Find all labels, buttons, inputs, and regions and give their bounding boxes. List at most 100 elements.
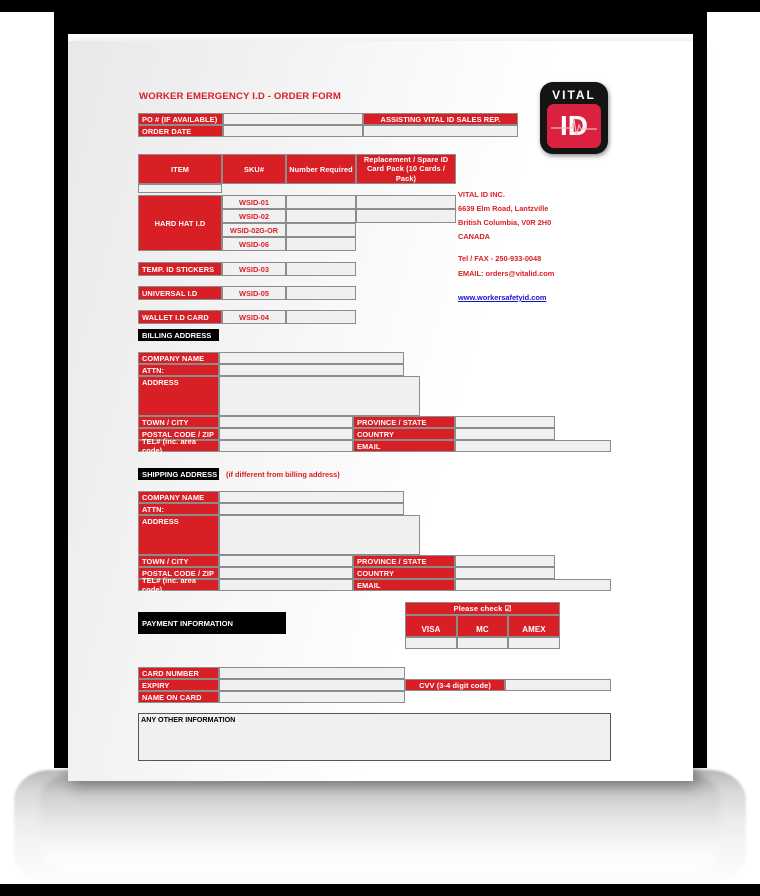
name-on-card-label: NAME ON CARD	[138, 691, 219, 703]
shipping-company-name-label: COMPANY NAME	[138, 491, 219, 503]
frame-border-bottom	[0, 884, 760, 896]
billing-postal-code-input[interactable]	[219, 428, 353, 440]
shipping-tel-input[interactable]	[219, 579, 353, 591]
po-number-input[interactable]	[223, 113, 363, 125]
sales-rep-input[interactable]	[363, 125, 518, 137]
shipping-province-state-input[interactable]	[455, 555, 555, 567]
shipping-town-city-label: TOWN / CITY	[138, 555, 219, 567]
qty-input-wsid-02[interactable]	[286, 209, 356, 223]
billing-email-label: EMAIL	[353, 440, 455, 452]
contact-country: CANADA	[458, 232, 491, 241]
sku-wsid-01: WSID-01	[222, 195, 286, 209]
contact-region: British Columbia, V0R 2H0	[458, 218, 552, 227]
frame-border-top-inset	[54, 0, 707, 34]
heartbeat-icon	[551, 119, 597, 136]
sku-wsid-02g-or: WSID-02G-OR	[222, 223, 286, 237]
other-information-input[interactable]: ANY OTHER INFORMATION	[138, 713, 611, 761]
billing-company-name-label: COMPANY NAME	[138, 352, 219, 364]
shipping-section-note: (if different from billing address)	[226, 470, 340, 479]
qty-input-wsid-02g-or[interactable]	[286, 223, 356, 237]
contact-phone: Tel / FAX - 250-933-0048	[458, 254, 542, 263]
item-group-temp-id-stickers: TEMP. ID STICKERS	[138, 262, 222, 276]
qty-input-wsid-04[interactable]	[286, 310, 356, 324]
qty-input-wsid-01[interactable]	[286, 195, 356, 209]
shipping-attn-label: ATTN:	[138, 503, 219, 515]
contact-street: 6639 Elm Road, Lantzville	[458, 204, 549, 213]
card-type-mc-label: MC	[457, 615, 508, 637]
billing-attn-input[interactable]	[219, 364, 404, 376]
qty-input-wsid-06[interactable]	[286, 237, 356, 251]
frame-border-left	[54, 0, 68, 768]
expiry-label: EXPIRY	[138, 679, 219, 691]
billing-town-city-input[interactable]	[219, 416, 353, 428]
item-group-wallet-id-card: WALLET I.D CARD	[138, 310, 222, 324]
table-surface-core	[40, 772, 720, 872]
name-on-card-input[interactable]	[219, 691, 405, 703]
item-table-spacer-cell	[138, 184, 222, 193]
pack-input-wsid-02[interactable]	[356, 209, 456, 223]
vital-id-logo: VITAL ID	[540, 82, 608, 154]
billing-attn-label: ATTN:	[138, 364, 219, 376]
po-number-label: PO # (IF AVAILABLE)	[138, 113, 223, 125]
billing-country-input[interactable]	[455, 428, 555, 440]
billing-section-title: BILLING ADDRESS	[138, 329, 219, 341]
billing-address-label: ADDRESS	[138, 376, 219, 416]
billing-address-input[interactable]	[219, 376, 420, 416]
order-date-input[interactable]	[223, 125, 363, 137]
card-type-visa-label: VISA	[405, 615, 457, 637]
logo-wordmark-vital: VITAL	[552, 88, 596, 102]
expiry-input[interactable]	[219, 679, 405, 691]
cvv-input[interactable]	[505, 679, 611, 691]
sales-rep-label: ASSISTING VITAL ID SALES REP.	[363, 113, 518, 125]
pack-input-wsid-01[interactable]	[356, 195, 456, 209]
billing-province-state-label: PROVINCE / STATE	[353, 416, 455, 428]
col-header-sku: SKU#	[222, 154, 286, 184]
sku-wsid-04: WSID-04	[222, 310, 286, 324]
shipping-province-state-label: PROVINCE / STATE	[353, 555, 455, 567]
shipping-email-input[interactable]	[455, 579, 611, 591]
qty-input-wsid-03[interactable]	[286, 262, 356, 276]
payment-check-header: Please check ☑	[405, 602, 560, 615]
item-group-hard-hat: HARD HAT I.D	[138, 195, 222, 251]
shipping-country-label: COUNTRY	[353, 567, 455, 579]
col-header-pack: Replacement / Spare ID Card Pack (10 Car…	[356, 154, 456, 184]
sku-wsid-06: WSID-06	[222, 237, 286, 251]
card-number-input[interactable]	[219, 667, 405, 679]
shipping-section-title: SHIPPING ADDRESS	[138, 468, 219, 480]
sku-wsid-02: WSID-02	[222, 209, 286, 223]
shipping-postal-code-input[interactable]	[219, 567, 353, 579]
cvv-label: CVV (3-4 digit code)	[405, 679, 505, 691]
billing-province-state-input[interactable]	[455, 416, 555, 428]
shipping-attn-input[interactable]	[219, 503, 404, 515]
page-title: WORKER EMERGENCY I.D - ORDER FORM	[139, 91, 341, 102]
col-header-qty: Number Required	[286, 154, 356, 184]
payment-section-title: PAYMENT INFORMATION	[138, 612, 286, 634]
billing-town-city-label: TOWN / CITY	[138, 416, 219, 428]
card-type-mc-checkbox[interactable]	[457, 637, 508, 649]
col-header-item: ITEM	[138, 154, 222, 184]
item-group-universal-id: UNIVERSAL I.D	[138, 286, 222, 300]
card-number-label: CARD NUMBER	[138, 667, 219, 679]
sku-wsid-05: WSID-05	[222, 286, 286, 300]
billing-email-input[interactable]	[455, 440, 611, 452]
other-information-label: ANY OTHER INFORMATION	[141, 715, 236, 724]
billing-tel-input[interactable]	[219, 440, 353, 452]
contact-website-link[interactable]: www.workersafetyid.com	[458, 293, 546, 302]
card-type-visa-checkbox[interactable]	[405, 637, 457, 649]
shipping-email-label: EMAIL	[353, 579, 455, 591]
shipping-address-label: ADDRESS	[138, 515, 219, 555]
shipping-country-input[interactable]	[455, 567, 555, 579]
card-type-amex-label: AMEX	[508, 615, 560, 637]
card-type-amex-checkbox[interactable]	[508, 637, 560, 649]
billing-company-name-input[interactable]	[219, 352, 404, 364]
order-date-label: ORDER DATE	[138, 125, 223, 137]
shipping-company-name-input[interactable]	[219, 491, 404, 503]
shipping-town-city-input[interactable]	[219, 555, 353, 567]
shipping-tel-label: TEL# (inc. area code)	[138, 576, 219, 594]
shipping-address-input[interactable]	[219, 515, 420, 555]
contact-company: VITAL ID INC.	[458, 190, 505, 199]
logo-id-badge: ID	[547, 104, 601, 148]
qty-input-wsid-05[interactable]	[286, 286, 356, 300]
contact-email[interactable]: EMAIL: orders@vitalid.com	[458, 269, 554, 278]
billing-country-label: COUNTRY	[353, 428, 455, 440]
